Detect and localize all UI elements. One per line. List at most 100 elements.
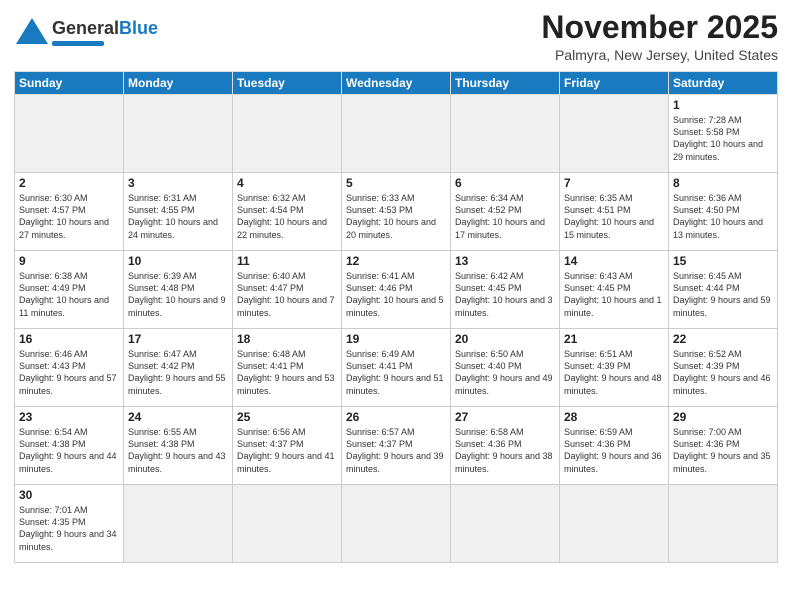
calendar-cell: 20 Sunrise: 6:50 AM Sunset: 4:40 PM Dayli… bbox=[451, 329, 560, 407]
calendar-cell: 27Sunrise: 6:58 AM Sunset: 4:36 PM Dayli… bbox=[451, 407, 560, 485]
calendar-cell: 2 Sunrise: 6:30 AM Sunset: 4:57 PM Daylig… bbox=[15, 173, 124, 251]
day-info: Sunrise: 6:55 AM Sunset: 4:38 PM Dayligh… bbox=[128, 426, 228, 475]
day-number: 7 bbox=[564, 176, 664, 190]
calendar-header-wednesday: Wednesday bbox=[342, 72, 451, 95]
day-number: 9 bbox=[19, 254, 119, 268]
title-area: November 2025 Palmyra, New Jersey, Unite… bbox=[541, 10, 778, 63]
day-info: Sunrise: 6:54 AM Sunset: 4:38 PM Dayligh… bbox=[19, 426, 119, 475]
day-info: Sunrise: 6:50 AM Sunset: 4:40 PM Dayligh… bbox=[455, 348, 555, 397]
day-info: Sunrise: 6:40 AM Sunset: 4:47 PM Dayligh… bbox=[237, 270, 337, 319]
day-number: 3 bbox=[128, 176, 228, 190]
day-number: 28 bbox=[564, 410, 664, 424]
day-info: Sunrise: 6:51 AM Sunset: 4:39 PM Dayligh… bbox=[564, 348, 664, 397]
day-info: Sunrise: 6:33 AM Sunset: 4:53 PM Dayligh… bbox=[346, 192, 446, 241]
calendar-week-1: 2 Sunrise: 6:30 AM Sunset: 4:57 PM Daylig… bbox=[15, 173, 778, 251]
calendar-cell: 17 Sunrise: 6:47 AM Sunset: 4:42 PM Dayli… bbox=[124, 329, 233, 407]
calendar-header-monday: Monday bbox=[124, 72, 233, 95]
calendar-cell: 25 Sunrise: 6:56 AM Sunset: 4:37 PM Dayli… bbox=[233, 407, 342, 485]
calendar-week-3: 16Sunrise: 6:46 AM Sunset: 4:43 PM Dayli… bbox=[15, 329, 778, 407]
calendar-cell bbox=[124, 485, 233, 563]
day-number: 23 bbox=[19, 410, 119, 424]
logo-icon bbox=[14, 14, 50, 50]
day-info: Sunrise: 6:47 AM Sunset: 4:42 PM Dayligh… bbox=[128, 348, 228, 397]
day-number: 11 bbox=[237, 254, 337, 268]
day-info: Sunrise: 6:42 AM Sunset: 4:45 PM Dayligh… bbox=[455, 270, 555, 319]
calendar-header-row: SundayMondayTuesdayWednesdayThursdayFrid… bbox=[15, 72, 778, 95]
calendar-cell: 30Sunrise: 7:01 AM Sunset: 4:35 PM Dayli… bbox=[15, 485, 124, 563]
calendar-header-sunday: Sunday bbox=[15, 72, 124, 95]
calendar-cell: 9 Sunrise: 6:38 AM Sunset: 4:49 PM Daylig… bbox=[15, 251, 124, 329]
day-info: Sunrise: 6:49 AM Sunset: 4:41 PM Dayligh… bbox=[346, 348, 446, 397]
calendar-cell: 26 Sunrise: 6:57 AM Sunset: 4:37 PM Dayli… bbox=[342, 407, 451, 485]
day-info: Sunrise: 6:56 AM Sunset: 4:37 PM Dayligh… bbox=[237, 426, 337, 475]
day-number: 2 bbox=[19, 176, 119, 190]
calendar-cell bbox=[15, 95, 124, 173]
day-info: Sunrise: 6:38 AM Sunset: 4:49 PM Dayligh… bbox=[19, 270, 119, 319]
day-info: Sunrise: 6:39 AM Sunset: 4:48 PM Dayligh… bbox=[128, 270, 228, 319]
day-number: 17 bbox=[128, 332, 228, 346]
calendar-week-4: 23 Sunrise: 6:54 AM Sunset: 4:38 PM Dayli… bbox=[15, 407, 778, 485]
location: Palmyra, New Jersey, United States bbox=[541, 47, 778, 63]
day-number: 15 bbox=[673, 254, 773, 268]
day-number: 20 bbox=[455, 332, 555, 346]
day-info: Sunrise: 6:30 AM Sunset: 4:57 PM Dayligh… bbox=[19, 192, 119, 241]
day-number: 25 bbox=[237, 410, 337, 424]
day-info: Sunrise: 7:01 AM Sunset: 4:35 PM Dayligh… bbox=[19, 504, 119, 553]
calendar-week-5: 30Sunrise: 7:01 AM Sunset: 4:35 PM Dayli… bbox=[15, 485, 778, 563]
page: General Blue November 2025 Palmyra, New … bbox=[0, 0, 792, 612]
day-info: Sunrise: 7:28 AM Sunset: 5:58 PM Dayligh… bbox=[673, 114, 773, 163]
day-number: 14 bbox=[564, 254, 664, 268]
calendar-cell bbox=[451, 485, 560, 563]
calendar-cell: 21 Sunrise: 6:51 AM Sunset: 4:39 PM Dayli… bbox=[560, 329, 669, 407]
calendar-cell: 16Sunrise: 6:46 AM Sunset: 4:43 PM Dayli… bbox=[15, 329, 124, 407]
logo-blue: Blue bbox=[119, 18, 158, 39]
calendar-cell: 7 Sunrise: 6:35 AM Sunset: 4:51 PM Daylig… bbox=[560, 173, 669, 251]
day-number: 21 bbox=[564, 332, 664, 346]
day-info: Sunrise: 6:57 AM Sunset: 4:37 PM Dayligh… bbox=[346, 426, 446, 475]
day-number: 26 bbox=[346, 410, 446, 424]
calendar-cell: 8Sunrise: 6:36 AM Sunset: 4:50 PM Daylig… bbox=[669, 173, 778, 251]
day-info: Sunrise: 6:31 AM Sunset: 4:55 PM Dayligh… bbox=[128, 192, 228, 241]
logo-general: General bbox=[52, 18, 119, 39]
day-info: Sunrise: 6:58 AM Sunset: 4:36 PM Dayligh… bbox=[455, 426, 555, 475]
calendar-cell: 29Sunrise: 7:00 AM Sunset: 4:36 PM Dayli… bbox=[669, 407, 778, 485]
calendar-cell bbox=[560, 95, 669, 173]
calendar-cell: 22 Sunrise: 6:52 AM Sunset: 4:39 PM Dayli… bbox=[669, 329, 778, 407]
month-title: November 2025 bbox=[541, 10, 778, 45]
calendar-cell: 3 Sunrise: 6:31 AM Sunset: 4:55 PM Daylig… bbox=[124, 173, 233, 251]
calendar-cell: 11 Sunrise: 6:40 AM Sunset: 4:47 PM Dayli… bbox=[233, 251, 342, 329]
day-number: 10 bbox=[128, 254, 228, 268]
day-info: Sunrise: 6:34 AM Sunset: 4:52 PM Dayligh… bbox=[455, 192, 555, 241]
day-number: 5 bbox=[346, 176, 446, 190]
day-number: 18 bbox=[237, 332, 337, 346]
calendar-cell: 10 Sunrise: 6:39 AM Sunset: 4:48 PM Dayli… bbox=[124, 251, 233, 329]
day-info: Sunrise: 6:43 AM Sunset: 4:45 PM Dayligh… bbox=[564, 270, 664, 319]
calendar-cell bbox=[233, 95, 342, 173]
calendar-cell: 4 Sunrise: 6:32 AM Sunset: 4:54 PM Daylig… bbox=[233, 173, 342, 251]
logo-area: General Blue bbox=[14, 14, 158, 50]
logo-underline bbox=[52, 41, 104, 46]
calendar-header-friday: Friday bbox=[560, 72, 669, 95]
calendar-cell: 6 Sunrise: 6:34 AM Sunset: 4:52 PM Daylig… bbox=[451, 173, 560, 251]
day-number: 6 bbox=[455, 176, 555, 190]
calendar-cell: 5 Sunrise: 6:33 AM Sunset: 4:53 PM Daylig… bbox=[342, 173, 451, 251]
day-number: 1 bbox=[673, 98, 773, 112]
calendar-header-saturday: Saturday bbox=[669, 72, 778, 95]
day-info: Sunrise: 6:32 AM Sunset: 4:54 PM Dayligh… bbox=[237, 192, 337, 241]
calendar-cell bbox=[124, 95, 233, 173]
header: General Blue November 2025 Palmyra, New … bbox=[14, 10, 778, 63]
calendar-cell bbox=[669, 485, 778, 563]
day-number: 4 bbox=[237, 176, 337, 190]
day-info: Sunrise: 6:35 AM Sunset: 4:51 PM Dayligh… bbox=[564, 192, 664, 241]
day-number: 8 bbox=[673, 176, 773, 190]
day-info: Sunrise: 6:52 AM Sunset: 4:39 PM Dayligh… bbox=[673, 348, 773, 397]
day-info: Sunrise: 6:59 AM Sunset: 4:36 PM Dayligh… bbox=[564, 426, 664, 475]
day-number: 22 bbox=[673, 332, 773, 346]
calendar-cell: 13Sunrise: 6:42 AM Sunset: 4:45 PM Dayli… bbox=[451, 251, 560, 329]
day-info: Sunrise: 6:41 AM Sunset: 4:46 PM Dayligh… bbox=[346, 270, 446, 319]
day-info: Sunrise: 6:45 AM Sunset: 4:44 PM Dayligh… bbox=[673, 270, 773, 319]
calendar-cell: 24 Sunrise: 6:55 AM Sunset: 4:38 PM Dayli… bbox=[124, 407, 233, 485]
calendar-cell bbox=[233, 485, 342, 563]
day-number: 24 bbox=[128, 410, 228, 424]
calendar-week-2: 9 Sunrise: 6:38 AM Sunset: 4:49 PM Daylig… bbox=[15, 251, 778, 329]
